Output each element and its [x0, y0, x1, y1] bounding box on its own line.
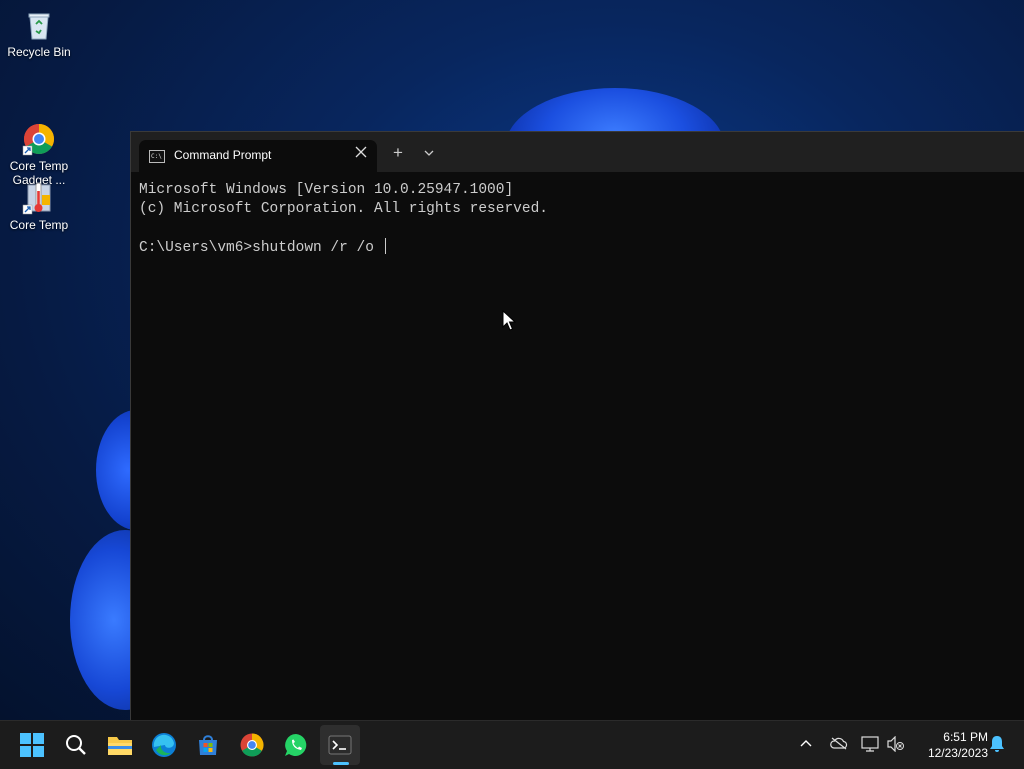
chrome-icon — [240, 733, 264, 757]
clock-time: 6:51 PM — [943, 730, 988, 744]
console-line: (c) Microsoft Corporation. All rights re… — [139, 201, 548, 217]
tab-command-prompt[interactable]: C:\ Command Prompt — [139, 140, 377, 172]
microsoft-store-icon — [199, 735, 217, 755]
start-button[interactable] — [12, 725, 52, 765]
console-line: ​ — [139, 219, 548, 238]
chevron-down-icon[interactable] — [424, 145, 434, 163]
clock[interactable]: 6:51 PM 12/23/2023 — [912, 729, 988, 761]
core-temp-icon — [22, 181, 56, 215]
file-explorer-icon — [108, 737, 132, 755]
console-line: Microsoft Windows [Version 10.0.25947.10… — [139, 182, 514, 198]
windows-start-icon — [20, 733, 44, 757]
chevron-up-icon[interactable] — [799, 736, 813, 755]
terminal-icon — [328, 735, 352, 755]
clock-date: 12/23/2023 — [927, 746, 988, 760]
terminal-window[interactable]: C:\ Command Prompt + Microsoft Windows [… — [130, 131, 1024, 721]
desktop-icon-label: Core Temp — [9, 218, 69, 232]
desktop-icon-label: Recycle Bin — [7, 45, 71, 59]
network-icon[interactable] — [861, 736, 879, 757]
whatsapp-icon — [285, 734, 307, 756]
file-explorer-button[interactable] — [100, 725, 140, 765]
notification-bell-icon[interactable] — [989, 735, 1005, 758]
taskbar: 6:51 PM 12/23/2023 — [0, 720, 1024, 769]
edge-button[interactable] — [144, 725, 184, 765]
recycle-bin-icon — [22, 8, 56, 42]
new-tab-button[interactable]: + — [393, 144, 403, 161]
console-output[interactable]: Microsoft Windows [Version 10.0.25947.10… — [139, 181, 548, 258]
edge-icon — [152, 733, 176, 757]
search-button[interactable] — [56, 725, 96, 765]
terminal-button[interactable] — [320, 725, 360, 765]
console-prompt-line: C:\Users\vm6>shutdown /r /o — [139, 238, 548, 258]
whatsapp-button[interactable] — [276, 725, 316, 765]
desktop-icon-recycle-bin[interactable]: Recycle Bin — [4, 8, 74, 59]
chrome-button[interactable] — [232, 725, 272, 765]
text-cursor — [384, 238, 386, 254]
tab-title: Command Prompt — [174, 148, 272, 162]
search-icon — [66, 735, 86, 755]
onedrive-icon[interactable] — [830, 736, 848, 755]
command-prompt-icon: C:\ — [149, 150, 165, 163]
volume-muted-icon[interactable] — [887, 735, 905, 757]
desktop-icon-core-temp[interactable]: Core Temp — [4, 181, 74, 232]
microsoft-store-button[interactable] — [188, 725, 228, 765]
terminal-titlebar[interactable]: C:\ Command Prompt + — [131, 132, 1024, 172]
active-app-indicator — [333, 762, 349, 765]
chrome-shortcut-icon — [22, 108, 56, 156]
command-input[interactable]: C:\Users\vm6>shutdown /r /o — [139, 240, 383, 256]
close-tab-icon[interactable] — [355, 145, 367, 162]
mouse-pointer-icon — [502, 309, 517, 337]
